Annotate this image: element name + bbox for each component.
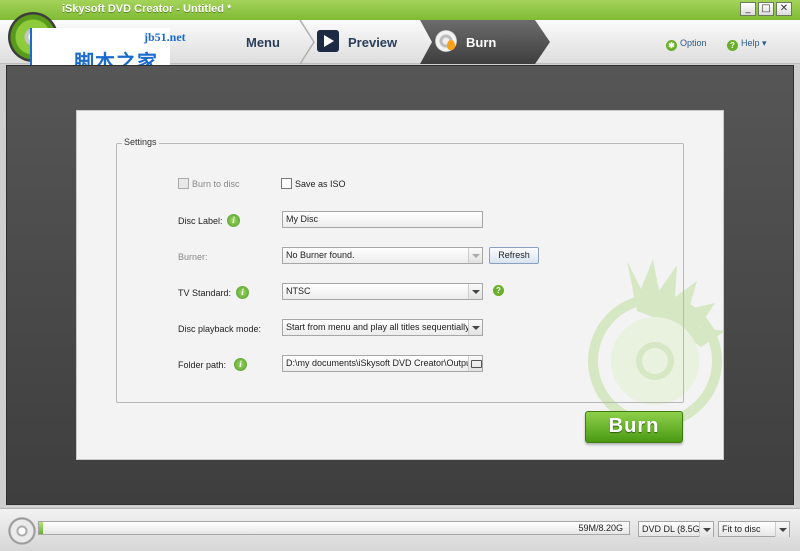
capacity-text: 59M/8.20G: [578, 523, 623, 533]
fit-mode-select[interactable]: Fit to disc: [718, 521, 790, 537]
chevron-down-icon: [468, 284, 482, 299]
close-window-button[interactable]: ✕: [776, 2, 792, 16]
minimize-button[interactable]: _: [740, 2, 756, 16]
maximize-button[interactable]: □: [758, 2, 774, 16]
watermark-url: jb51.net: [144, 30, 186, 44]
settings-group: Settings Burn to disc Save as ISO Disc L…: [116, 137, 684, 403]
help-label: Help ▾: [741, 38, 767, 48]
disc-type-value: DVD DL (8.5G): [642, 524, 703, 534]
step-menu-label: Menu: [246, 35, 280, 50]
tv-standard-value: NTSC: [286, 286, 311, 296]
info-icon[interactable]: i: [234, 358, 247, 371]
status-bar: 59M/8.20G DVD DL (8.5G) Fit to disc: [0, 508, 800, 551]
step-preview-label: Preview: [348, 35, 398, 50]
save-as-iso-label: Save as ISO: [295, 179, 346, 189]
info-icon[interactable]: i: [236, 286, 249, 299]
chevron-down-icon: [468, 320, 482, 335]
option-label: Option: [680, 38, 707, 48]
help-icon[interactable]: ?: [493, 285, 504, 296]
chevron-down-icon: [775, 522, 789, 537]
playback-mode-value: Start from menu and play all titles sequ…: [286, 322, 470, 332]
info-icon[interactable]: i: [227, 214, 240, 227]
settings-legend: Settings: [122, 137, 159, 147]
burning-disc-icon: [435, 30, 457, 52]
disc-label-input[interactable]: My Disc: [282, 211, 483, 228]
watermark: jb51.net 脚本之家: [30, 28, 186, 74]
burner-label: Burner:: [178, 252, 208, 262]
title-bar: iSkysoft DVD Creator - Untitled * _ □ ✕: [0, 0, 800, 20]
tv-standard-select[interactable]: NTSC: [282, 283, 483, 300]
playback-mode-label: Disc playback mode:: [178, 324, 262, 334]
disc-capacity-bar: 59M/8.20G: [38, 521, 630, 535]
chevron-down-icon: [468, 248, 482, 263]
gear-icon: ✱: [666, 40, 677, 51]
help-menu[interactable]: ? Help ▾: [727, 38, 767, 51]
playback-mode-select[interactable]: Start from menu and play all titles sequ…: [282, 319, 483, 336]
help-icon: ?: [727, 40, 738, 51]
step-preview-tab[interactable]: Preview: [302, 20, 422, 64]
step-menu-tab[interactable]: Menu: [200, 20, 300, 64]
capacity-fill: [39, 522, 44, 534]
burn-to-disc-checkbox[interactable]: [178, 178, 189, 189]
disc-icon: [8, 517, 36, 545]
burn-button[interactable]: Burn: [585, 411, 683, 443]
step-burn-tab[interactable]: Burn: [420, 20, 550, 64]
fit-mode-value: Fit to disc: [722, 524, 761, 534]
disc-type-select[interactable]: DVD DL (8.5G): [638, 521, 714, 537]
burn-settings-panel: Settings Burn to disc Save as ISO Disc L…: [76, 110, 725, 460]
step-burn-label: Burn: [466, 35, 497, 50]
tv-standard-label: TV Standard:: [178, 288, 232, 298]
folder-path-label: Folder path:: [178, 360, 227, 370]
save-as-iso-checkbox[interactable]: [281, 178, 292, 189]
burn-to-disc-label: Burn to disc: [192, 179, 240, 189]
folder-browse-icon[interactable]: [468, 356, 482, 371]
burner-select[interactable]: No Burner found.: [282, 247, 483, 264]
chevron-down-icon: [699, 522, 713, 537]
burner-value: No Burner found.: [286, 250, 355, 260]
folder-path-value: D:\my documents\iSkysoft DVD Creator\Out…: [286, 358, 474, 368]
disc-label-label: Disc Label:: [178, 216, 223, 226]
folder-path-input[interactable]: D:\my documents\iSkysoft DVD Creator\Out…: [282, 355, 483, 372]
clapperboard-icon: [317, 30, 339, 52]
window-title: iSkysoft DVD Creator - Untitled *: [62, 3, 232, 15]
option-menu[interactable]: ✱ Option: [666, 38, 707, 51]
refresh-button[interactable]: Refresh: [489, 247, 539, 264]
